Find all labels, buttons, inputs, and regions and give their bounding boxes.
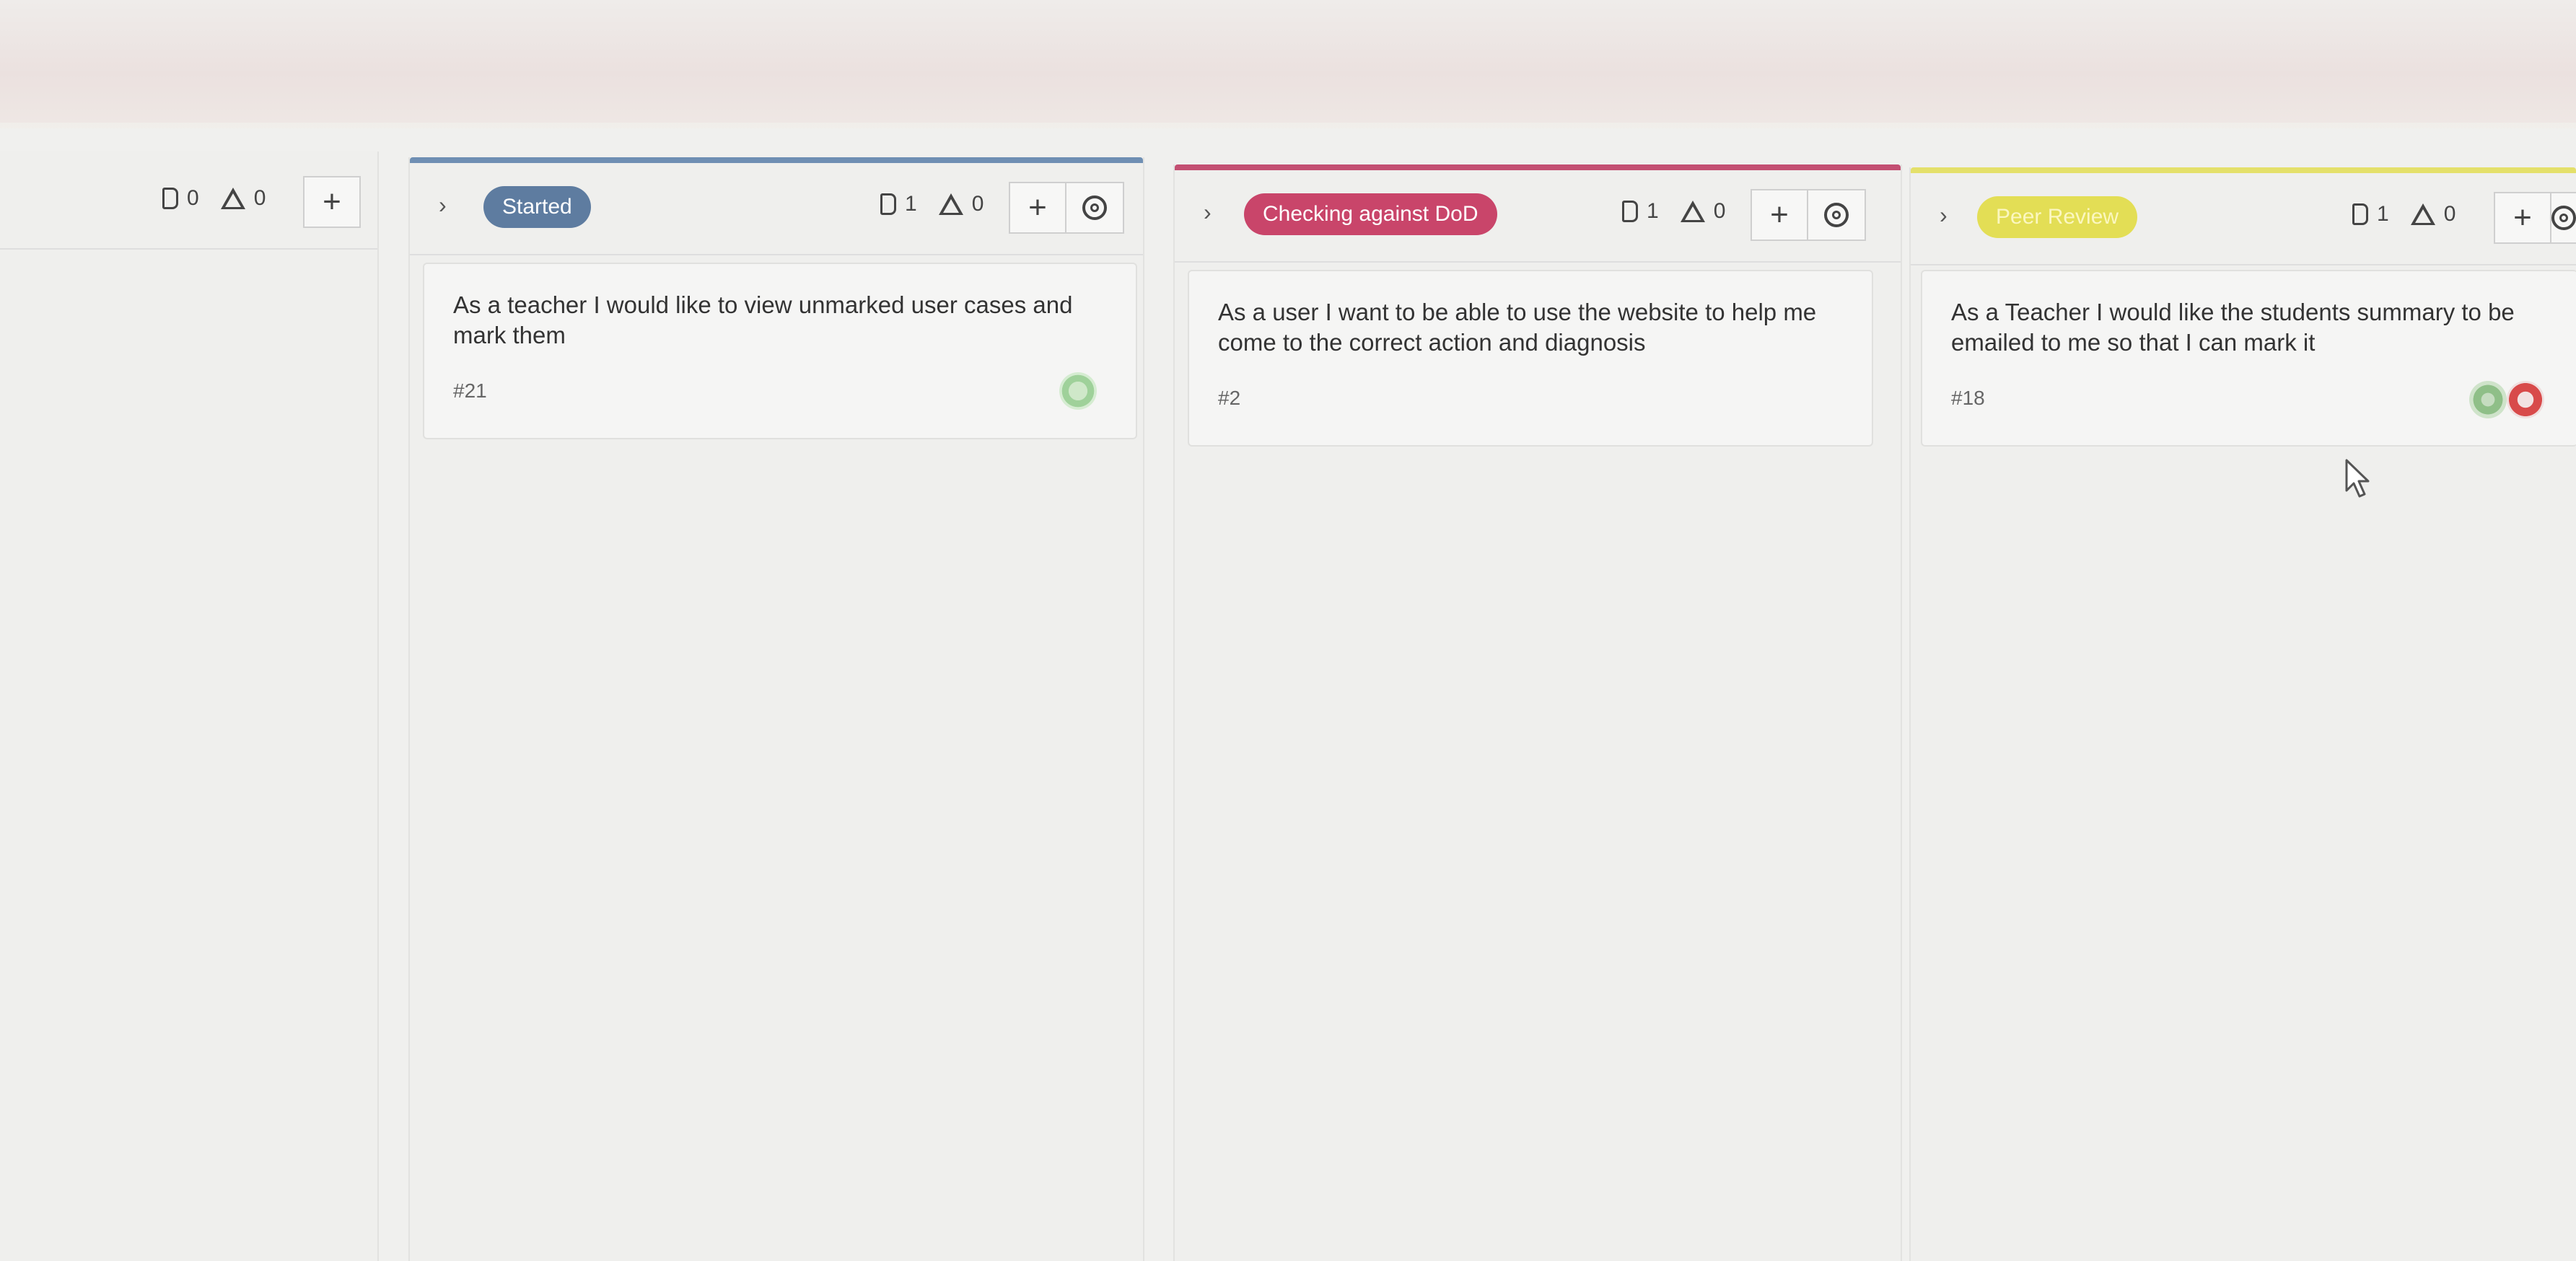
issue-count: 0	[187, 186, 199, 210]
browser-top-area	[0, 0, 2576, 123]
add-issue-button[interactable]: +	[303, 176, 361, 228]
issue-card[interactable]: As a Teacher I would like the students s…	[1921, 270, 2576, 447]
issue-title[interactable]: As a Teacher I would like the students s…	[1951, 297, 2576, 358]
settings-button[interactable]	[1066, 182, 1124, 234]
board-column-peer-review: › Peer Review 1 0 + As a Teacher I would…	[1909, 167, 2576, 1261]
column-accent-bar	[1175, 164, 1901, 170]
mouse-cursor-icon	[2345, 459, 2370, 498]
weight-count: 0	[971, 192, 984, 216]
weight-icon	[220, 188, 245, 209]
column-header: 0 0 +	[0, 157, 377, 250]
issue-card[interactable]: As a user I want to be able to use the w…	[1188, 270, 1873, 447]
column-actions: +	[303, 176, 361, 228]
weight-count: 0	[1713, 199, 1726, 223]
column-header: › Peer Review 1 0 +	[1911, 173, 2576, 265]
assignee-avatar[interactable]	[1059, 372, 1097, 410]
add-issue-button[interactable]: +	[1751, 189, 1808, 241]
issue-title[interactable]: As a teacher I would like to view unmark…	[453, 290, 1114, 351]
add-issue-button[interactable]: +	[1009, 182, 1066, 234]
column-header: › Started 1 0 +	[410, 163, 1143, 255]
weight-count: 0	[2443, 202, 2456, 226]
board-column-checking-against-dod: › Checking against DoD 1 0 + As a user I…	[1173, 164, 1902, 1261]
column-label: Checking against DoD	[1244, 193, 1497, 235]
issue-count: 1	[1647, 199, 1659, 223]
collapse-chevron-icon[interactable]: ›	[439, 192, 447, 219]
issue-card[interactable]: As a teacher I would like to view unmark…	[423, 263, 1137, 439]
column-counts: 1 0	[2352, 202, 2455, 227]
weight-count: 0	[253, 186, 266, 210]
gear-icon	[1824, 203, 1849, 227]
assignee-avatar[interactable]	[2469, 381, 2507, 418]
settings-button[interactable]	[2551, 192, 2576, 244]
column-actions: +	[1009, 182, 1124, 234]
column-header: › Checking against DoD 1 0 +	[1175, 170, 1901, 263]
column-accent-bar	[1911, 167, 2576, 173]
issue-id: #2	[1218, 387, 1241, 409]
issue-count: 1	[905, 192, 917, 216]
column-counts: 1 0	[1622, 199, 1725, 224]
column-actions: +	[2494, 192, 2576, 244]
issue-count-icon	[880, 193, 896, 215]
column-accent-bar	[410, 157, 1143, 163]
issue-count-icon	[162, 188, 178, 209]
issue-count: 1	[2377, 202, 2389, 226]
issue-count-icon	[2352, 203, 2368, 225]
weight-icon	[938, 193, 963, 215]
gear-icon	[1082, 195, 1107, 220]
column-counts: 1 0	[880, 192, 983, 216]
column-label: Started	[483, 186, 591, 228]
settings-button[interactable]	[1808, 189, 1866, 241]
board-column-left-partial: 0 0 +	[0, 151, 379, 1261]
assignee-avatar[interactable]	[2507, 381, 2544, 418]
issue-id: #21	[453, 379, 487, 402]
board-column-started: › Started 1 0 + As a teacher I would lik…	[408, 157, 1144, 1261]
weight-icon	[1680, 201, 1705, 222]
column-counts: 0 0	[162, 186, 266, 211]
add-issue-button[interactable]: +	[2494, 192, 2551, 244]
column-actions: +	[1751, 189, 1866, 241]
gear-icon	[2551, 206, 2576, 230]
weight-icon	[2410, 203, 2435, 225]
collapse-chevron-icon[interactable]: ›	[1940, 202, 1948, 229]
issue-count-icon	[1622, 201, 1638, 222]
collapse-chevron-icon[interactable]: ›	[1204, 199, 1212, 226]
issue-title[interactable]: As a user I want to be able to use the w…	[1218, 297, 1850, 358]
column-label: Peer Review	[1977, 196, 2138, 238]
issue-id: #18	[1951, 387, 1985, 409]
